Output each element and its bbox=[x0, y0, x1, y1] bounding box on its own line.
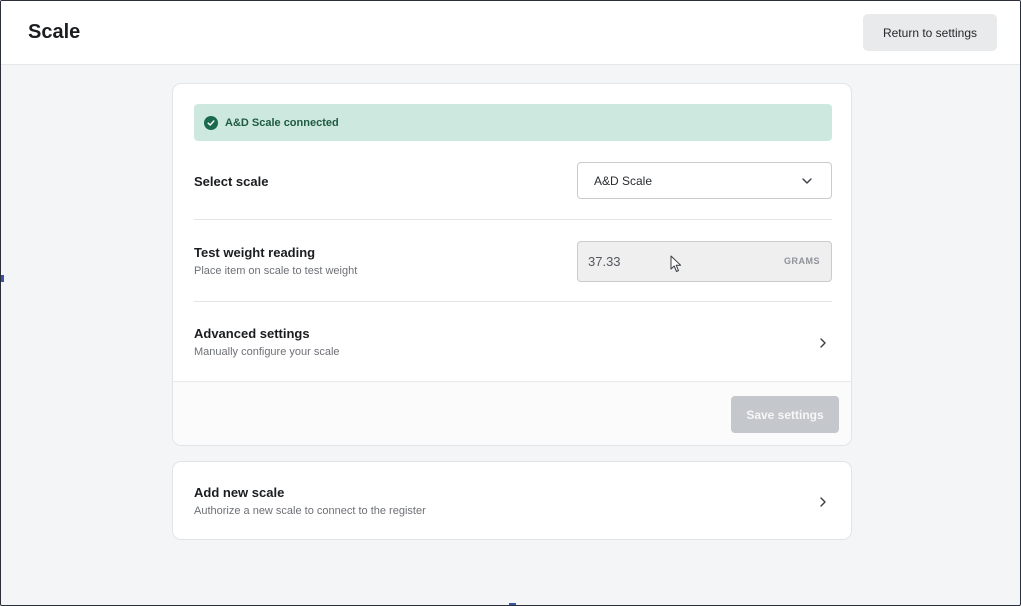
return-to-settings-button[interactable]: Return to settings bbox=[863, 14, 997, 51]
test-weight-description: Place item on scale to test weight bbox=[194, 265, 358, 277]
chevron-right-icon[interactable] bbox=[818, 495, 828, 513]
resize-handle bbox=[1, 275, 4, 282]
select-scale-label: Select scale bbox=[194, 174, 269, 189]
test-weight-label: Test weight reading bbox=[194, 245, 316, 260]
weight-reading-value: 37.33 bbox=[588, 254, 621, 269]
chevron-right-icon[interactable] bbox=[818, 336, 828, 354]
scale-select-value: A&D Scale bbox=[594, 173, 653, 188]
add-new-scale-card[interactable]: Add new scale Authorize a new scale to c… bbox=[172, 461, 852, 540]
card-footer: Save settings bbox=[173, 381, 851, 445]
advanced-settings-description: Manually configure your scale bbox=[194, 346, 340, 358]
app-window: Scale Return to settings A&D Scale conne… bbox=[0, 0, 1021, 606]
add-new-scale-description: Authorize a new scale to connect to the … bbox=[194, 505, 426, 517]
add-new-scale-label: Add new scale bbox=[194, 485, 285, 500]
divider bbox=[194, 219, 832, 220]
advanced-settings-label[interactable]: Advanced settings bbox=[194, 326, 310, 341]
connection-status-banner: A&D Scale connected bbox=[194, 104, 832, 141]
mouse-pointer-icon bbox=[670, 255, 682, 278]
check-circle-icon bbox=[204, 115, 218, 130]
scale-select[interactable]: A&D Scale bbox=[577, 162, 832, 199]
save-settings-button[interactable]: Save settings bbox=[731, 396, 839, 433]
connection-status-text: A&D Scale connected bbox=[225, 116, 339, 129]
top-bar: Scale Return to settings bbox=[1, 1, 1020, 65]
weight-unit: GRAMS bbox=[784, 256, 820, 266]
chevron-down-icon bbox=[801, 174, 813, 192]
weight-reading-field: 37.33 GRAMS bbox=[577, 241, 832, 282]
scale-settings-card: A&D Scale connected Select scale A&D Sca… bbox=[172, 83, 852, 446]
page-title: Scale bbox=[28, 21, 81, 43]
divider bbox=[194, 301, 832, 302]
